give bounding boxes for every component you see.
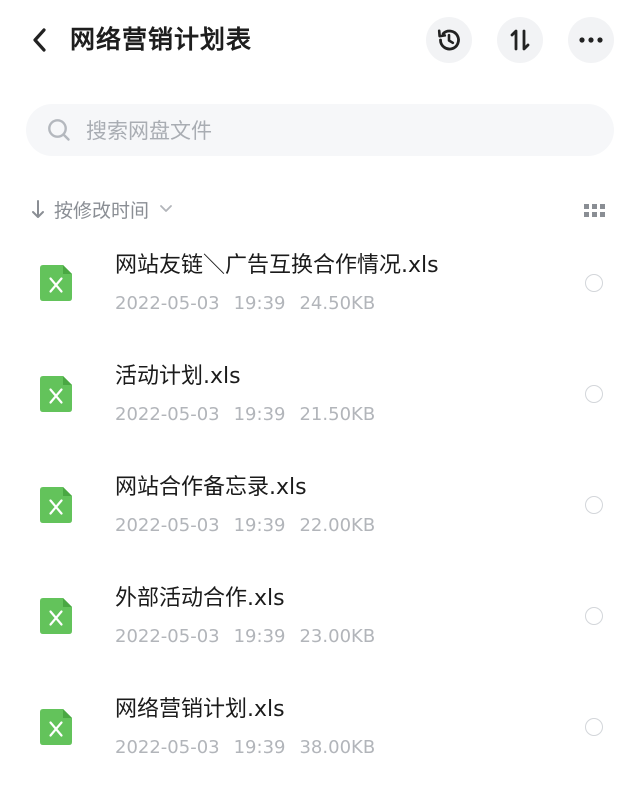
search-icon (46, 117, 72, 143)
file-time: 19:39 (233, 404, 286, 425)
excel-file-icon (40, 376, 72, 412)
select-checkbox[interactable] (585, 496, 603, 514)
sort-button[interactable] (497, 17, 543, 63)
file-time: 19:39 (233, 626, 286, 647)
file-size: 22.00KB (299, 515, 376, 536)
sort-selector[interactable]: 按修改时间 (28, 192, 173, 226)
excel-file-icon (40, 487, 72, 523)
file-size: 38.00KB (299, 737, 376, 758)
file-meta: 2022-05-03 19:39 22.00KB (115, 512, 389, 540)
search-input[interactable]: 搜索网盘文件 (26, 104, 614, 156)
grid-view-button[interactable] (582, 200, 608, 222)
top-bar: 网络营销计划表 (0, 0, 640, 80)
file-row[interactable]: 网站合作备忘录.xls 2022-05-03 19:39 22.00KB (0, 462, 640, 573)
file-meta: 2022-05-03 19:39 21.50KB (115, 401, 389, 429)
file-name: 活动计划.xls (115, 364, 241, 389)
select-checkbox[interactable] (585, 718, 603, 736)
more-dots-icon (579, 37, 603, 43)
file-meta: 2022-05-03 19:39 38.00KB (115, 734, 389, 762)
file-time: 19:39 (233, 293, 286, 314)
file-time: 19:39 (233, 515, 286, 536)
page-title: 网络营销计划表 (70, 25, 253, 54)
history-button[interactable] (426, 17, 472, 63)
file-time: 19:39 (233, 737, 286, 758)
chevron-left-icon (33, 28, 46, 52)
file-date: 2022-05-03 (115, 515, 220, 536)
excel-file-icon (40, 598, 72, 634)
file-row[interactable]: 外部活动合作.xls 2022-05-03 19:39 23.00KB (0, 573, 640, 684)
select-checkbox[interactable] (585, 385, 603, 403)
file-size: 21.50KB (299, 404, 376, 425)
file-name: 外部活动合作.xls (115, 586, 285, 611)
file-date: 2022-05-03 (115, 626, 220, 647)
file-name: 网站友链＼广告互换合作情况.xls (115, 253, 439, 278)
file-row[interactable]: 网站友链＼广告互换合作情况.xls 2022-05-03 19:39 24.50KB (0, 240, 640, 351)
grid-view-icon (584, 204, 605, 217)
file-date: 2022-05-03 (115, 737, 220, 758)
sort-arrows-icon (510, 29, 530, 51)
history-icon (437, 29, 460, 51)
file-name: 网络营销计划.xls (115, 697, 285, 722)
file-size: 23.00KB (299, 626, 376, 647)
more-options-button[interactable] (568, 17, 614, 63)
select-checkbox[interactable] (585, 274, 603, 292)
file-meta: 2022-05-03 19:39 23.00KB (115, 623, 389, 651)
select-checkbox[interactable] (585, 607, 603, 625)
excel-file-icon (40, 265, 72, 301)
file-row[interactable]: 网络营销计划.xls 2022-05-03 19:39 38.00KB (0, 684, 640, 795)
file-name: 网站合作备忘录.xls (115, 475, 307, 500)
back-button[interactable] (22, 22, 58, 58)
file-row[interactable]: 活动计划.xls 2022-05-03 19:39 21.50KB (0, 351, 640, 462)
search-placeholder: 搜索网盘文件 (86, 119, 212, 143)
file-size: 24.50KB (299, 293, 376, 314)
file-date: 2022-05-03 (115, 404, 220, 425)
file-date: 2022-05-03 (115, 293, 220, 314)
sort-label: 按修改时间 (54, 199, 150, 222)
file-meta: 2022-05-03 19:39 24.50KB (115, 290, 389, 318)
chevron-down-icon (159, 202, 173, 216)
excel-file-icon (40, 709, 72, 745)
arrow-down-icon (28, 196, 48, 222)
